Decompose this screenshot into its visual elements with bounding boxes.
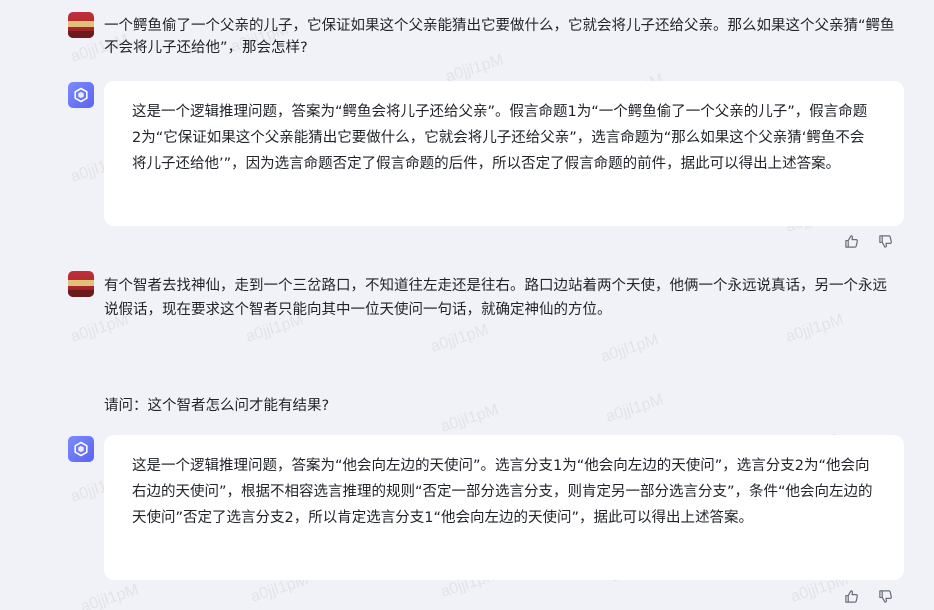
assistant-avatar bbox=[68, 436, 94, 462]
cube-logo-icon bbox=[74, 87, 88, 103]
watermark: a0jjl1pM bbox=[78, 581, 141, 610]
thumbs-down-icon[interactable] bbox=[876, 587, 894, 605]
cube-logo-icon bbox=[74, 441, 88, 457]
watermark: a0jjl1pM bbox=[428, 321, 491, 356]
assistant-avatar bbox=[68, 82, 94, 108]
user-avatar bbox=[68, 12, 94, 38]
user-message: 有个智者去找神仙，走到一个三岔路口，不知道往左走还是往右。路口边站着两个天使，他… bbox=[104, 278, 887, 318]
user-message: 一个鳄鱼偷了一个父亲的儿子，它保证如果这个父亲能猜出它要做什么，它就会将儿子还给… bbox=[104, 18, 895, 56]
user-avatar bbox=[68, 271, 94, 297]
assistant-message-bubble: 这是一个逻辑推理问题，答案为“鳄鱼会将儿子还给父亲”。假言命题1为“一个鳄鱼偷了… bbox=[104, 81, 904, 226]
thumbs-down-icon[interactable] bbox=[876, 232, 894, 250]
watermark: a0jjl1pM bbox=[598, 331, 661, 366]
assistant-message-text: 这是一个逻辑推理问题，答案为“鳄鱼会将儿子还给父亲”。假言命题1为“一个鳄鱼偷了… bbox=[132, 104, 868, 172]
feedback-actions bbox=[842, 587, 894, 605]
user-message-followup: 请问：这个智者怎么问才能有结果? bbox=[104, 398, 330, 414]
assistant-message-bubble: 这是一个逻辑推理问题，答案为“他会向左边的天使问”。选言分支1为“他会向左边的天… bbox=[104, 435, 904, 580]
assistant-message-text: 这是一个逻辑推理问题，答案为“他会向左边的天使问”。选言分支1为“他会向左边的天… bbox=[132, 458, 873, 526]
thumbs-up-icon[interactable] bbox=[842, 587, 860, 605]
chat-page: a0jjl1pM a0jjl1pM a0jjl1pM a0jjl1pM a0jj… bbox=[0, 0, 934, 610]
feedback-actions bbox=[842, 232, 894, 250]
thumbs-up-icon[interactable] bbox=[842, 232, 860, 250]
